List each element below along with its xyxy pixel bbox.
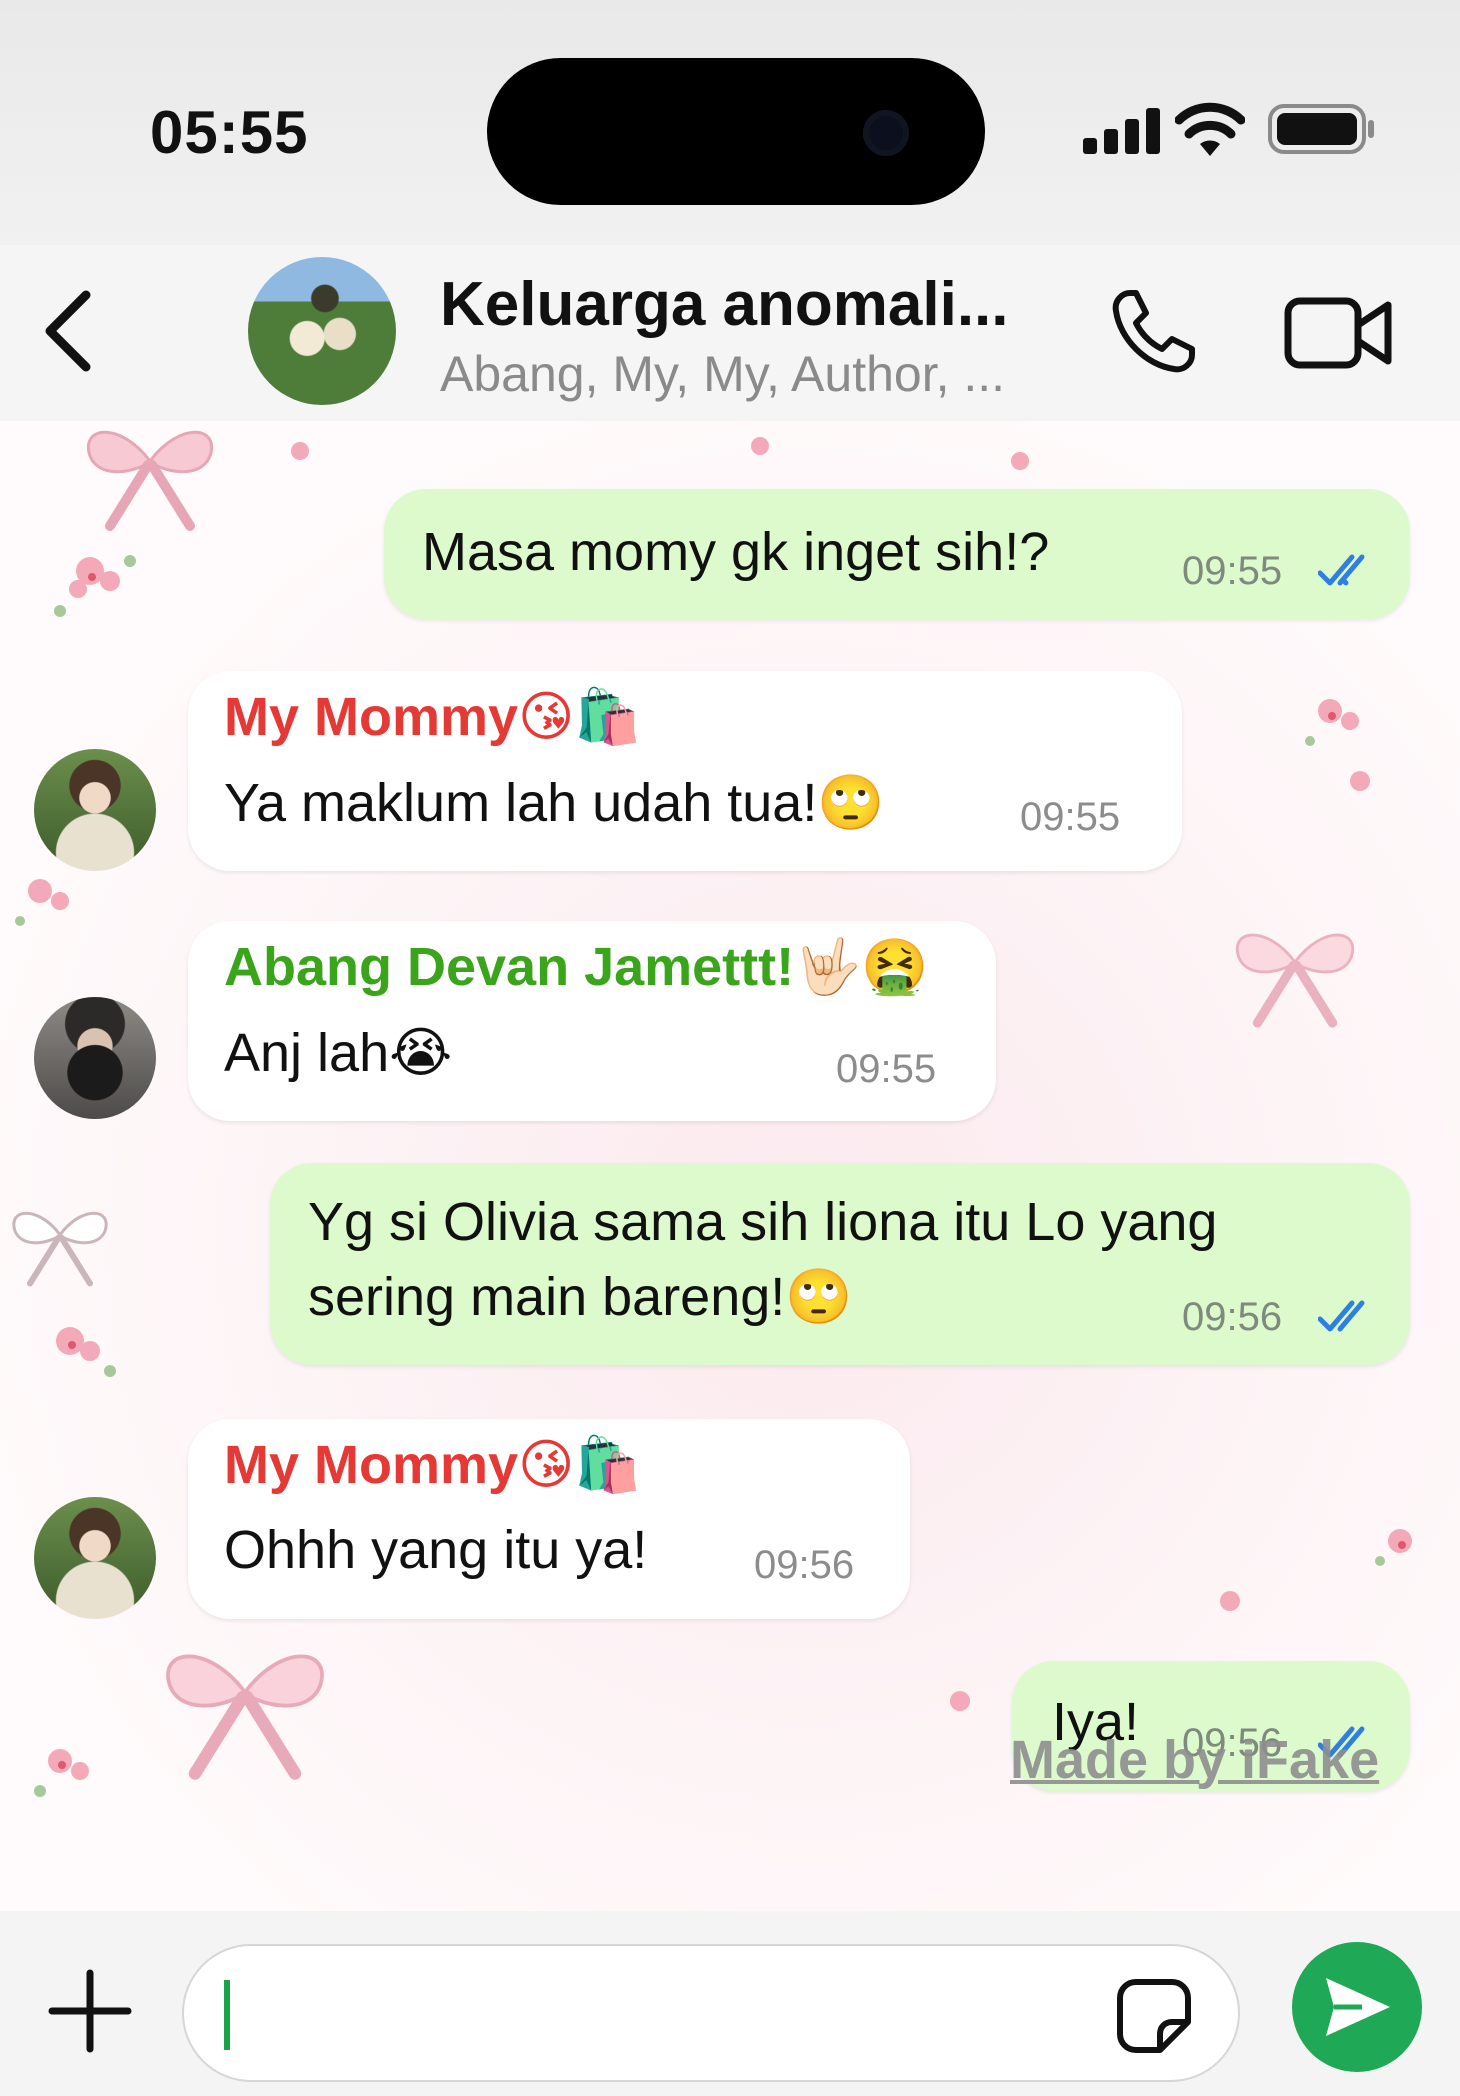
message-incoming[interactable]: My Mommy😘🛍️ Ohhh yang itu ya! 09:56 [188, 1419, 910, 1619]
message-time: 09:56 [754, 1543, 855, 1587]
watermark: Made by iFake [1010, 1730, 1380, 1790]
message-text: Masa momy gk inget sih!? [422, 522, 1050, 582]
send-button[interactable] [1292, 1942, 1422, 2072]
message-input-field[interactable] [182, 1944, 1240, 2082]
wifi-icon [1175, 102, 1245, 156]
wallpaper-ribbon [166, 1654, 324, 1780]
message-emoji: 🙄 [785, 1265, 853, 1328]
front-camera [863, 110, 909, 156]
sender-name: Abang Devan Jamettt!🤟🏻🤮 [224, 935, 929, 999]
message-text: Ya maklum lah udah tua!🙄 [224, 771, 885, 835]
message-emoji: 😭 [389, 1021, 453, 1084]
message-time: 09:55 [836, 1047, 937, 1091]
avatar[interactable] [34, 749, 156, 871]
phone-icon[interactable] [1108, 287, 1198, 377]
avatar[interactable] [34, 997, 156, 1119]
battery-icon [1268, 104, 1374, 154]
message-time: 09:56 [1182, 1295, 1283, 1339]
double-check-icon [1318, 554, 1365, 586]
wallpaper-ribbon [87, 430, 213, 531]
message-text-content: Ya maklum lah udah tua! [224, 773, 818, 833]
group-avatar[interactable] [248, 257, 396, 405]
message-outgoing[interactable]: Yg si Olivia sama sih liona itu Lo yang … [270, 1163, 1410, 1365]
message-input[interactable] [244, 1966, 1144, 2062]
dynamic-island [487, 58, 985, 205]
message-text-line2: sering main bareng!🙄 [308, 1265, 853, 1329]
back-chevron-icon[interactable] [40, 289, 96, 373]
send-icon [1326, 1978, 1390, 2036]
wallpaper-ribbon [12, 1211, 108, 1287]
sender-name: My Mommy😘🛍️ [224, 1433, 642, 1497]
video-camera-icon[interactable] [1284, 295, 1394, 371]
message-outgoing[interactable]: Masa momy gk inget sih!? 09:55 [384, 489, 1410, 619]
chat-header: Keluarga anomali... Abang, My, My, Autho… [0, 245, 1460, 421]
sender-name-text: My Mommy [224, 1435, 519, 1495]
chat-members[interactable]: Abang, My, My, Author, ... [440, 345, 1060, 403]
sender-name: My Mommy😘🛍️ [224, 685, 642, 749]
input-bar [0, 1911, 1460, 2096]
message-time: 09:55 [1182, 549, 1283, 593]
double-check-icon [1318, 1300, 1365, 1332]
message-incoming[interactable]: Abang Devan Jamettt!🤟🏻🤮 Anj lah😭 09:55 [188, 921, 996, 1121]
sticker-icon[interactable] [1114, 1976, 1194, 2056]
message-text-line1: Yg si Olivia sama sih liona itu Lo yang [308, 1192, 1218, 1252]
message-text-content: sering main bareng! [308, 1267, 786, 1327]
message-incoming[interactable]: My Mommy😘🛍️ Ya maklum lah udah tua!🙄 09:… [188, 671, 1182, 871]
message-emoji: 🙄 [817, 771, 885, 834]
message-text: Ohhh yang itu ya! [224, 1520, 648, 1580]
chat-area[interactable]: Masa momy gk inget sih!? 09:55 My Mommy😘… [0, 421, 1460, 1911]
chat-title[interactable]: Keluarga anomali... [440, 269, 1040, 340]
signal-icon [1083, 108, 1160, 154]
sender-emoji: 😘🛍️ [518, 1433, 642, 1496]
wallpaper-ribbon [1235, 933, 1355, 1028]
sender-emoji: 😘🛍️ [518, 685, 642, 748]
message-text: Anj lah😭 [224, 1021, 452, 1084]
message-time: 09:55 [1020, 795, 1121, 839]
message-text-content: Anj lah [224, 1023, 390, 1083]
sender-emoji: 🤟🏻🤮 [794, 935, 929, 998]
status-time: 05:55 [150, 99, 309, 166]
avatar[interactable] [34, 1497, 156, 1619]
sender-name-text: My Mommy [224, 687, 519, 747]
status-bar: 05:55 [0, 0, 1460, 245]
text-caret [224, 1980, 230, 2050]
plus-icon[interactable] [48, 1969, 132, 2053]
sender-name-text: Abang Devan Jamettt! [224, 937, 795, 997]
